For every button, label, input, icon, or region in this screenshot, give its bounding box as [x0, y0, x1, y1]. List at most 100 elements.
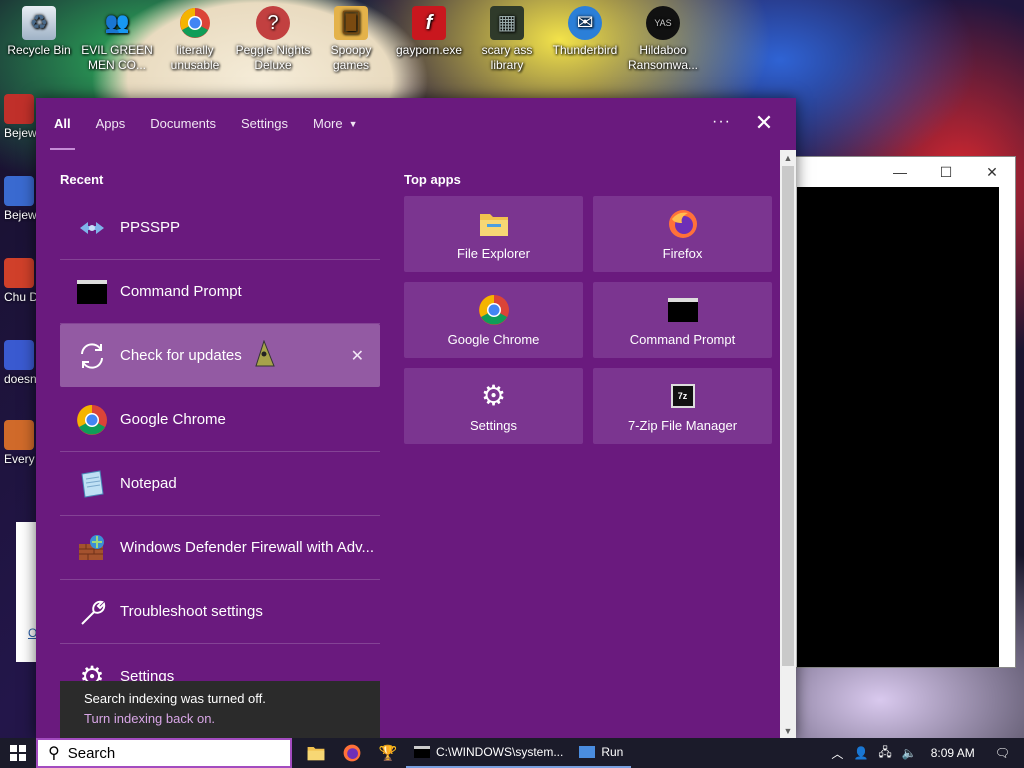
remove-recent-button[interactable]: ✕	[351, 346, 364, 366]
recent-item-label: Command Prompt	[120, 283, 242, 300]
desktop-icon-recycle-bin[interactable]: ♻ Recycle Bin	[0, 4, 78, 58]
recent-item-command-prompt[interactable]: Command Prompt	[60, 260, 380, 324]
recent-item-check-for-updates[interactable]: Check for updates ✕	[60, 324, 380, 387]
clock[interactable]: 8:09 AM	[931, 746, 975, 760]
system-tray: ︿ 👤 🖧 🔈 8:09 AM 🗨	[831, 738, 1024, 768]
results-scrollbar[interactable]: ▲ ▼	[780, 150, 796, 739]
mouse-cursor-icon	[254, 339, 276, 372]
recent-item-notepad[interactable]: Notepad	[60, 452, 380, 516]
desktop-icon-label: literally unusable	[170, 43, 220, 72]
gear-icon: ⚙	[480, 380, 507, 411]
desktop-icon-peggle-nights[interactable]: ? Peggle Nights Deluxe	[234, 4, 312, 73]
users-icon: 👥	[104, 11, 130, 34]
indexing-notification: Search indexing was turned off. Turn ind…	[60, 681, 380, 739]
tile-label: Firefox	[662, 245, 703, 261]
desktop-icon-every[interactable]: Every	[4, 420, 38, 466]
recent-heading: Recent	[60, 172, 104, 187]
recent-item-troubleshoot-settings[interactable]: Troubleshoot settings	[60, 580, 380, 644]
scroll-down-arrow-icon[interactable]: ▼	[780, 723, 796, 739]
command-prompt-icon	[414, 746, 430, 758]
sync-icon	[76, 340, 108, 372]
top-app-settings[interactable]: ⚙ Settings	[404, 368, 583, 444]
top-app-google-chrome[interactable]: Google Chrome	[404, 282, 583, 358]
top-app-7zip[interactable]: 7z 7-Zip File Manager	[593, 368, 772, 444]
desktop-icon-thunderbird[interactable]: ✉ Thunderbird	[546, 4, 624, 58]
more-options-button[interactable]: ···	[712, 98, 731, 146]
windows-logo-icon	[10, 745, 26, 761]
turn-indexing-on-link[interactable]: Turn indexing back on.	[84, 711, 356, 726]
7zip-icon: 7z	[667, 380, 699, 412]
taskbar-cmd-window[interactable]: C:\WINDOWS\system...	[406, 738, 572, 768]
recent-item-label: Windows Defender Firewall with Adv...	[120, 539, 374, 556]
recent-item-label: Notepad	[120, 475, 177, 492]
taskbar-file-explorer[interactable]	[298, 738, 334, 768]
top-app-firefox[interactable]: Firefox	[593, 196, 772, 272]
bejeweled-icon	[4, 94, 34, 124]
recent-item-windows-defender-firewall[interactable]: Windows Defender Firewall with Adv...	[60, 516, 380, 580]
taskbar-search-input[interactable]: ⚲ Search	[36, 738, 292, 768]
desktop-icon-bejeweled-2[interactable]: Bejew Del	[4, 176, 38, 222]
desktop-icon-label: gayporn.exe	[395, 43, 463, 57]
minimize-icon[interactable]: —	[877, 157, 923, 187]
desktop-icon-gayporn-exe[interactable]: f gayporn.exe	[390, 4, 468, 58]
file-explorer-icon	[478, 208, 510, 240]
notification-message: Search indexing was turned off.	[84, 691, 266, 706]
background-console-window[interactable]: — ☐ ✕	[780, 156, 1016, 668]
close-button[interactable]: ✕	[754, 98, 774, 148]
scroll-up-arrow-icon[interactable]: ▲	[780, 150, 796, 166]
desktop-icon-spoopy-games[interactable]: 🂠 Spoopy games	[312, 4, 390, 73]
desktop-icon-hildaboo[interactable]: YAS Hildaboo Ransomwa...	[624, 4, 702, 73]
chevron-down-icon: ▼	[348, 119, 358, 129]
ppsspp-icon	[76, 212, 108, 244]
taskbar-firefox[interactable]	[334, 738, 370, 768]
tile-label: File Explorer	[457, 245, 530, 261]
desktop-icon-literally-unusable[interactable]: literally unusable	[156, 4, 234, 73]
desktop-icon-label: Thunderbird	[552, 43, 618, 57]
command-prompt-icon	[667, 294, 699, 326]
taskbar-trophy-app[interactable]: 🏆	[370, 738, 406, 768]
top-app-command-prompt[interactable]: Command Prompt	[593, 282, 772, 358]
maximize-icon[interactable]: ☐	[923, 157, 969, 187]
firefox-icon	[667, 208, 699, 240]
file-explorer-icon	[307, 747, 325, 761]
firefox-icon	[343, 744, 361, 762]
network-icon[interactable]: 🖧	[878, 743, 891, 764]
start-button[interactable]	[0, 738, 36, 768]
tab-settings[interactable]: Settings	[241, 98, 288, 150]
tab-label: Apps	[95, 116, 126, 131]
people-icon[interactable]: 👤	[853, 746, 868, 760]
desktop-icon-chuzzle[interactable]: Chu Del	[4, 258, 38, 304]
chrome-icon	[478, 294, 510, 326]
taskbar-run-window[interactable]: Run	[571, 738, 632, 768]
top-apps-grid: File Explorer Firefox Google Chrome Comm…	[404, 196, 772, 444]
taskbar: ⚲ Search 🏆 C:\WINDOWS\system... Run ︿ 👤 …	[0, 738, 1024, 768]
search-icon: ⚲	[48, 745, 60, 762]
recent-item-label: PPSSPP	[120, 219, 181, 236]
tab-label: All	[54, 116, 71, 131]
recent-item-ppsspp[interactable]: PPSSPP	[60, 196, 380, 260]
thunderbird-icon: ✉	[568, 6, 602, 40]
notification-icon[interactable]: 🗨	[995, 746, 1010, 760]
desktop-icon-bejeweled-1[interactable]: Bejew Del	[4, 94, 38, 140]
desktop-icon-evil-green-men[interactable]: 👥 EVIL GREEN MEN CO...	[78, 4, 156, 73]
search-panel: All Apps Documents Settings More ▼ ··· ✕ …	[36, 98, 796, 739]
scrollbar-thumb[interactable]	[782, 166, 794, 666]
chuzzle-icon	[4, 258, 34, 288]
volume-icon[interactable]: 🔈	[902, 746, 917, 760]
desktop-icon-label: scary ass library	[481, 43, 533, 72]
tab-documents[interactable]: Documents	[150, 98, 216, 150]
chevron-up-icon[interactable]: ︿	[831, 745, 843, 762]
tab-apps[interactable]: Apps	[96, 98, 126, 150]
tab-all[interactable]: All	[50, 98, 75, 150]
tab-more[interactable]: More ▼	[313, 98, 358, 150]
flash-icon: f	[412, 6, 446, 40]
console-content	[797, 187, 999, 667]
window-title-bar[interactable]: — ☐ ✕	[781, 157, 1015, 187]
taskbar-window-label: Run	[601, 745, 624, 759]
desktop-icon-doesn[interactable]: doesn	[4, 340, 38, 386]
wrench-icon	[76, 596, 108, 628]
top-app-file-explorer[interactable]: File Explorer	[404, 196, 583, 272]
close-icon[interactable]: ✕	[969, 157, 1015, 187]
desktop-icon-scary-ass-library[interactable]: ▦ scary ass library	[468, 4, 546, 73]
recent-item-google-chrome[interactable]: Google Chrome	[60, 388, 380, 452]
